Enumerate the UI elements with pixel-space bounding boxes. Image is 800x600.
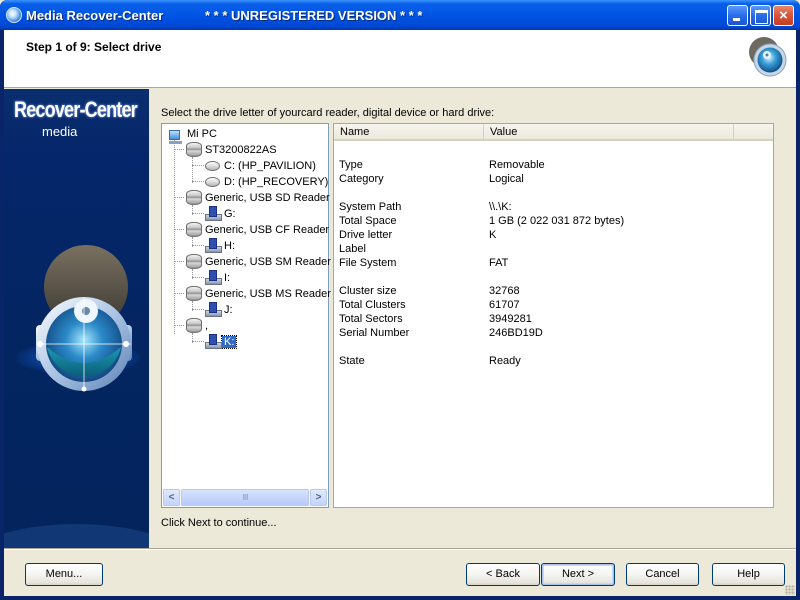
tree-connector	[174, 325, 184, 326]
tree-item-drive[interactable]: J:	[204, 302, 235, 318]
property-row: Drive letter K	[339, 229, 497, 241]
usb-drive-icon	[204, 270, 222, 285]
property-row: Cluster size 32768	[339, 285, 520, 297]
sidebar-banner: Recover-Center media	[4, 89, 149, 548]
minimize-button[interactable]	[727, 5, 748, 26]
resize-grip[interactable]	[785, 585, 795, 595]
hard-disk-icon	[185, 222, 202, 237]
tree-connector	[174, 261, 184, 262]
scroll-right-button[interactable]: >	[310, 489, 327, 506]
property-row: Type Removable	[339, 159, 545, 171]
tree-item-disk[interactable]: ,	[185, 318, 210, 334]
help-button[interactable]: Help	[712, 563, 785, 586]
menu-button[interactable]: Menu...	[25, 563, 103, 586]
unregistered-notice: * * * UNREGISTERED VERSION * * *	[205, 8, 423, 23]
tree-item-disk[interactable]: Generic, USB SD Reader	[185, 190, 332, 206]
hard-disk-icon	[185, 254, 202, 269]
usb-drive-icon	[204, 334, 222, 349]
column-header-name[interactable]: Name	[334, 124, 484, 141]
tree-connector	[192, 309, 204, 310]
property-row: System Path \\.\K:	[339, 201, 512, 213]
computer-icon	[169, 130, 182, 144]
status-text: Click Next to continue...	[161, 517, 277, 529]
tree-connector	[174, 149, 184, 150]
tree-item-drive-selected[interactable]: K:	[204, 334, 238, 350]
hard-disk-icon	[185, 318, 202, 333]
column-header-value[interactable]: Value	[484, 124, 734, 141]
hard-disk-icon	[185, 190, 202, 205]
brand-subtitle: media	[42, 124, 78, 139]
tree-item-drive[interactable]: G:	[204, 206, 238, 222]
wizard-body: Step 1 of 9: Select drive Recover-Center…	[4, 30, 796, 596]
close-icon: ×	[779, 7, 788, 24]
instruction-text: Select the drive letter of yourcard read…	[161, 107, 495, 119]
sidebar-decor	[4, 524, 149, 548]
property-row: Total Sectors 3949281	[339, 313, 532, 325]
tree-item-disk[interactable]: Generic, USB SM Reader	[185, 254, 333, 270]
tree-connector	[192, 165, 204, 166]
tree-connector	[192, 245, 204, 246]
property-row: Category Logical	[339, 173, 524, 185]
tree-connector	[174, 229, 184, 230]
title-bar[interactable]: Media Recover-Center * * * UNREGISTERED …	[0, 0, 800, 30]
app-window: Media Recover-Center * * * UNREGISTERED …	[0, 0, 800, 600]
tree-connector	[192, 181, 204, 182]
property-row: State Ready	[339, 355, 521, 367]
tree-connector	[174, 140, 175, 334]
cancel-button[interactable]: Cancel	[626, 563, 699, 586]
tree-item-my-pc[interactable]: Mi PC	[167, 126, 219, 144]
hard-disk-icon	[185, 286, 202, 301]
window-title: Media Recover-Center	[26, 8, 164, 23]
tree-connector	[174, 197, 184, 198]
wizard-header: Step 1 of 9: Select drive	[4, 30, 796, 88]
tree-item-disk[interactable]: ST3200822AS	[185, 142, 279, 158]
tree-item-disk[interactable]: Generic, USB CF Reader	[185, 222, 331, 238]
disc-magnifier-icon	[749, 37, 787, 77]
tree-connector	[192, 213, 204, 214]
property-row: Total Space 1 GB (2 022 031 872 bytes)	[339, 215, 625, 227]
next-button[interactable]: Next >	[541, 563, 615, 586]
tree-connector	[192, 341, 204, 342]
tree-connector	[174, 293, 184, 294]
drive-properties-list[interactable]: Name Value Type Removable Category Logical…	[333, 123, 774, 508]
tree-item-drive[interactable]: I:	[204, 270, 232, 286]
step-title: Step 1 of 9: Select drive	[26, 40, 162, 54]
tree-connector	[192, 277, 204, 278]
tree-item-drive[interactable]: H:	[204, 238, 237, 254]
partition-icon	[204, 174, 220, 188]
property-row: File System FAT	[339, 257, 509, 269]
footer-divider	[4, 548, 796, 550]
drive-tree[interactable]: Mi PC ST3200822AS C: (HP_PAVILION) D: (H…	[161, 123, 332, 508]
brand-logo: Recover-Center	[14, 97, 138, 122]
tree-horizontal-scrollbar[interactable]: < IIII >	[163, 489, 327, 506]
property-row: Label	[339, 243, 366, 255]
tree-item-partition[interactable]: C: (HP_PAVILION)	[204, 158, 318, 174]
scroll-left-button[interactable]: <	[163, 489, 180, 506]
list-header: Name Value	[334, 124, 773, 141]
property-row: Total Clusters 61707	[339, 299, 520, 311]
scroll-thumb[interactable]: IIII	[181, 489, 309, 506]
property-row: Serial Number 246BD19D	[339, 327, 543, 339]
close-button[interactable]: ×	[773, 5, 794, 26]
back-button[interactable]: < Back	[466, 563, 540, 586]
app-icon[interactable]	[6, 7, 22, 23]
tree-item-partition[interactable]: D: (HP_RECOVERY)	[204, 174, 330, 190]
disc-magnifier-icon	[36, 245, 132, 392]
tree-item-disk[interactable]: Generic, USB MS Reader	[185, 286, 333, 302]
hard-disk-icon	[185, 142, 202, 157]
maximize-button[interactable]	[750, 5, 771, 26]
partition-icon	[204, 158, 220, 172]
usb-drive-icon	[204, 206, 222, 221]
usb-drive-icon	[204, 302, 222, 317]
usb-drive-icon	[204, 238, 222, 253]
tree-connector	[192, 157, 193, 183]
